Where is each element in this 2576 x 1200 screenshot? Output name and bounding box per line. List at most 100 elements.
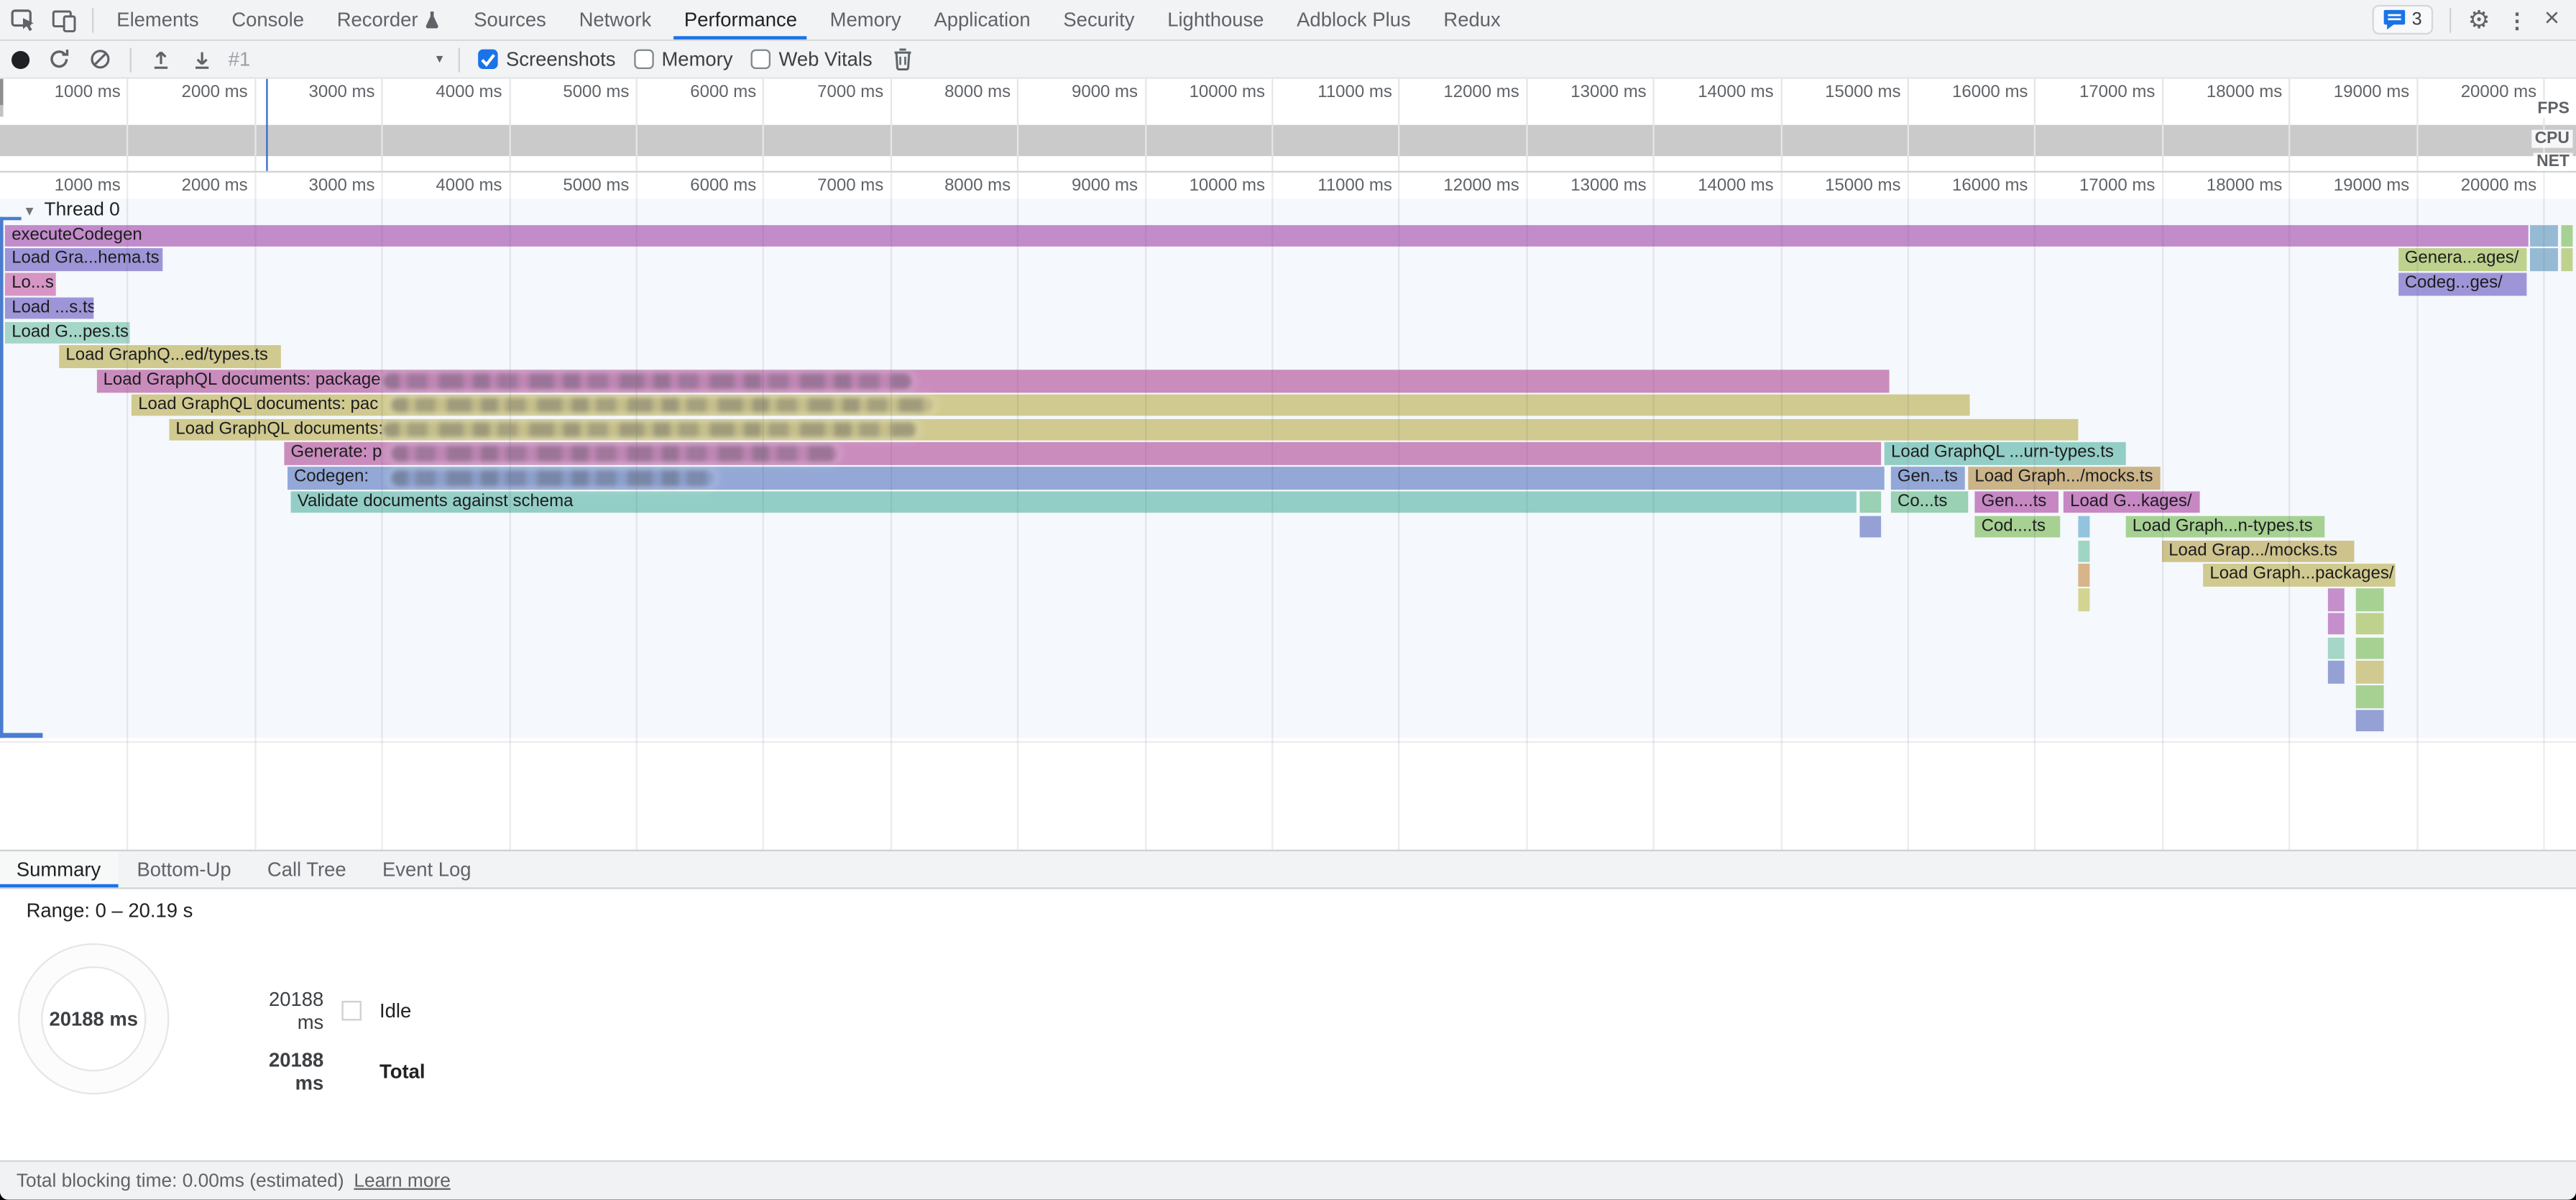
tab-performance[interactable]: Performance (668, 0, 814, 40)
flame-bar[interactable] (2079, 540, 2091, 562)
flame-bar[interactable]: Load Grap.../mocks.ts (2162, 540, 2355, 562)
reload-and-record-icon[interactable] (47, 47, 70, 70)
net-lane-label: NET (2534, 153, 2573, 171)
tab-recorder[interactable]: Recorder (321, 0, 458, 40)
flame-bar[interactable] (2356, 588, 2384, 610)
flame-bar[interactable]: Validate documents against schema (291, 491, 1857, 513)
details-tab-summary[interactable]: Summary (0, 851, 119, 887)
fps-lane-label: FPS (2534, 100, 2573, 118)
flame-bar[interactable]: Load G...pes.ts (5, 321, 129, 344)
details-tabbar: SummaryBottom-UpCall TreeEvent Log (0, 850, 2576, 889)
thread-track-header[interactable]: ▼ Thread 0 (23, 199, 120, 222)
legend-row: 20188 msTotal (238, 1048, 425, 1094)
flame-bar[interactable]: Load Graph...n-types.ts (2126, 516, 2325, 538)
flame-bar[interactable] (2328, 661, 2345, 684)
flame-bar[interactable]: Load Graph...packages/ (2203, 564, 2396, 587)
flame-bar[interactable] (2079, 516, 2091, 538)
flame-bar[interactable] (2079, 588, 2091, 610)
toolbar-checkboxes: Screenshots Memory Web Vitals (460, 47, 873, 70)
flame-bar[interactable]: Load G...kages/ (2064, 491, 2200, 513)
checkbox-screenshots[interactable]: Screenshots (478, 47, 615, 70)
save-profile-icon[interactable] (190, 47, 213, 70)
ruler-tick-label: 17000 ms (2024, 176, 2156, 196)
flame-chart[interactable]: 1000 ms2000 ms3000 ms4000 ms5000 ms6000 … (0, 173, 2576, 850)
delete-recording-icon[interactable] (892, 47, 914, 70)
tab-redux[interactable]: Redux (1427, 0, 1517, 40)
checkbox-box[interactable] (751, 50, 770, 69)
flame-bar[interactable]: Load GraphQL ...urn-types.ts (1885, 443, 2126, 465)
flame-bar[interactable] (2079, 564, 2091, 587)
issues-counter[interactable]: 3 (2373, 5, 2434, 35)
flame-bar[interactable] (2561, 249, 2572, 271)
inspect-element-icon[interactable] (10, 6, 38, 34)
device-toolbar-icon[interactable] (51, 6, 79, 34)
checkbox-label: Screenshots (506, 47, 615, 70)
legend-swatch-cell (323, 1001, 380, 1020)
details-tab-event-log[interactable]: Event Log (364, 851, 489, 887)
total-blocking-time-text: Total blocking time: 0.00ms (estimated) (17, 1171, 344, 1191)
tab-elements[interactable]: Elements (100, 0, 215, 40)
details-tab-call-tree[interactable]: Call Tree (249, 851, 364, 887)
flame-bar[interactable]: Load GraphQL documents: package (96, 370, 1889, 393)
gridline (1908, 173, 1909, 850)
history-select[interactable]: #1 ▼ (229, 47, 446, 70)
checkbox-box[interactable] (478, 50, 497, 69)
flame-bar[interactable] (2328, 588, 2345, 610)
overview-left-handle[interactable] (0, 79, 4, 106)
gridline (636, 173, 638, 850)
flame-bar[interactable] (2561, 224, 2572, 247)
overview-cursor-line (265, 79, 268, 171)
flame-bar[interactable] (2328, 637, 2345, 659)
flame-bar[interactable]: Load GraphQ...ed/types.ts (59, 346, 280, 368)
flame-bar[interactable]: executeCodegen (5, 224, 2529, 247)
flame-bar[interactable] (2356, 661, 2384, 684)
checkbox-web-vitals[interactable]: Web Vitals (751, 47, 873, 70)
checkbox-box[interactable] (634, 50, 653, 69)
flame-bar[interactable]: Load Gra...hema.ts (5, 249, 162, 271)
flame-bar[interactable]: Lo...s (5, 272, 56, 295)
flame-bar[interactable] (2356, 637, 2384, 659)
flame-bar[interactable] (2356, 685, 2384, 707)
tab-memory[interactable]: Memory (814, 0, 918, 40)
flame-bar[interactable]: Co...ts (1891, 491, 1969, 513)
gridline (1653, 173, 1655, 850)
flame-bar[interactable]: Cod....ts (1974, 516, 2060, 538)
checkbox-label: Web Vitals (779, 47, 873, 70)
load-profile-icon[interactable] (150, 47, 172, 70)
flame-bar[interactable] (2356, 710, 2384, 732)
tab-sources[interactable]: Sources (457, 0, 562, 40)
checkbox-memory[interactable]: Memory (634, 47, 733, 70)
clear-recording-icon[interactable] (88, 47, 111, 70)
ruler-tick-label: 2000 ms (116, 176, 248, 196)
tab-security[interactable]: Security (1047, 0, 1151, 40)
tab-lighthouse[interactable]: Lighthouse (1151, 0, 1280, 40)
divider (2450, 7, 2451, 32)
tab-application[interactable]: Application (918, 0, 1047, 40)
flame-bar[interactable]: Gen...ts (1891, 467, 1965, 490)
collapse-triangle-icon[interactable]: ▼ (23, 203, 36, 218)
tab-network[interactable]: Network (563, 0, 668, 40)
flame-bar[interactable]: Load Graph.../mocks.ts (1968, 467, 2160, 490)
summary-legend: 20188 msIdle20188 msTotal (238, 988, 425, 1095)
record-button[interactable] (12, 50, 29, 68)
learn-more-link[interactable]: Learn more (354, 1171, 450, 1191)
close-devtools-icon[interactable]: × (2544, 6, 2559, 33)
ruler-tick-label: 3000 ms (244, 82, 375, 101)
tab-console[interactable]: Console (215, 0, 320, 40)
flame-bar[interactable]: Gen....ts (1974, 491, 2058, 513)
flame-bar[interactable]: Load ...s.ts (5, 297, 94, 319)
timeline-overview[interactable]: 1000 ms2000 ms3000 ms4000 ms5000 ms6000 … (0, 79, 2576, 173)
tab-label: Sources (474, 8, 546, 31)
flame-bar[interactable] (2356, 613, 2384, 635)
more-options-icon[interactable]: ⋮ (2506, 9, 2528, 31)
ruler-tick-label: 20000 ms (2405, 176, 2536, 196)
flame-bar[interactable] (2328, 613, 2345, 635)
settings-gear-icon[interactable]: ⚙ (2468, 7, 2490, 32)
flame-bar[interactable] (1860, 491, 1882, 513)
overview-left-handle-lower[interactable] (0, 105, 4, 116)
legend-label: Total (380, 1060, 425, 1083)
flame-bar[interactable] (1860, 516, 1882, 538)
redacted-text (382, 373, 911, 389)
details-tab-bottom-up[interactable]: Bottom-Up (119, 851, 249, 887)
tab-adblock-plus[interactable]: Adblock Plus (1280, 0, 1427, 40)
